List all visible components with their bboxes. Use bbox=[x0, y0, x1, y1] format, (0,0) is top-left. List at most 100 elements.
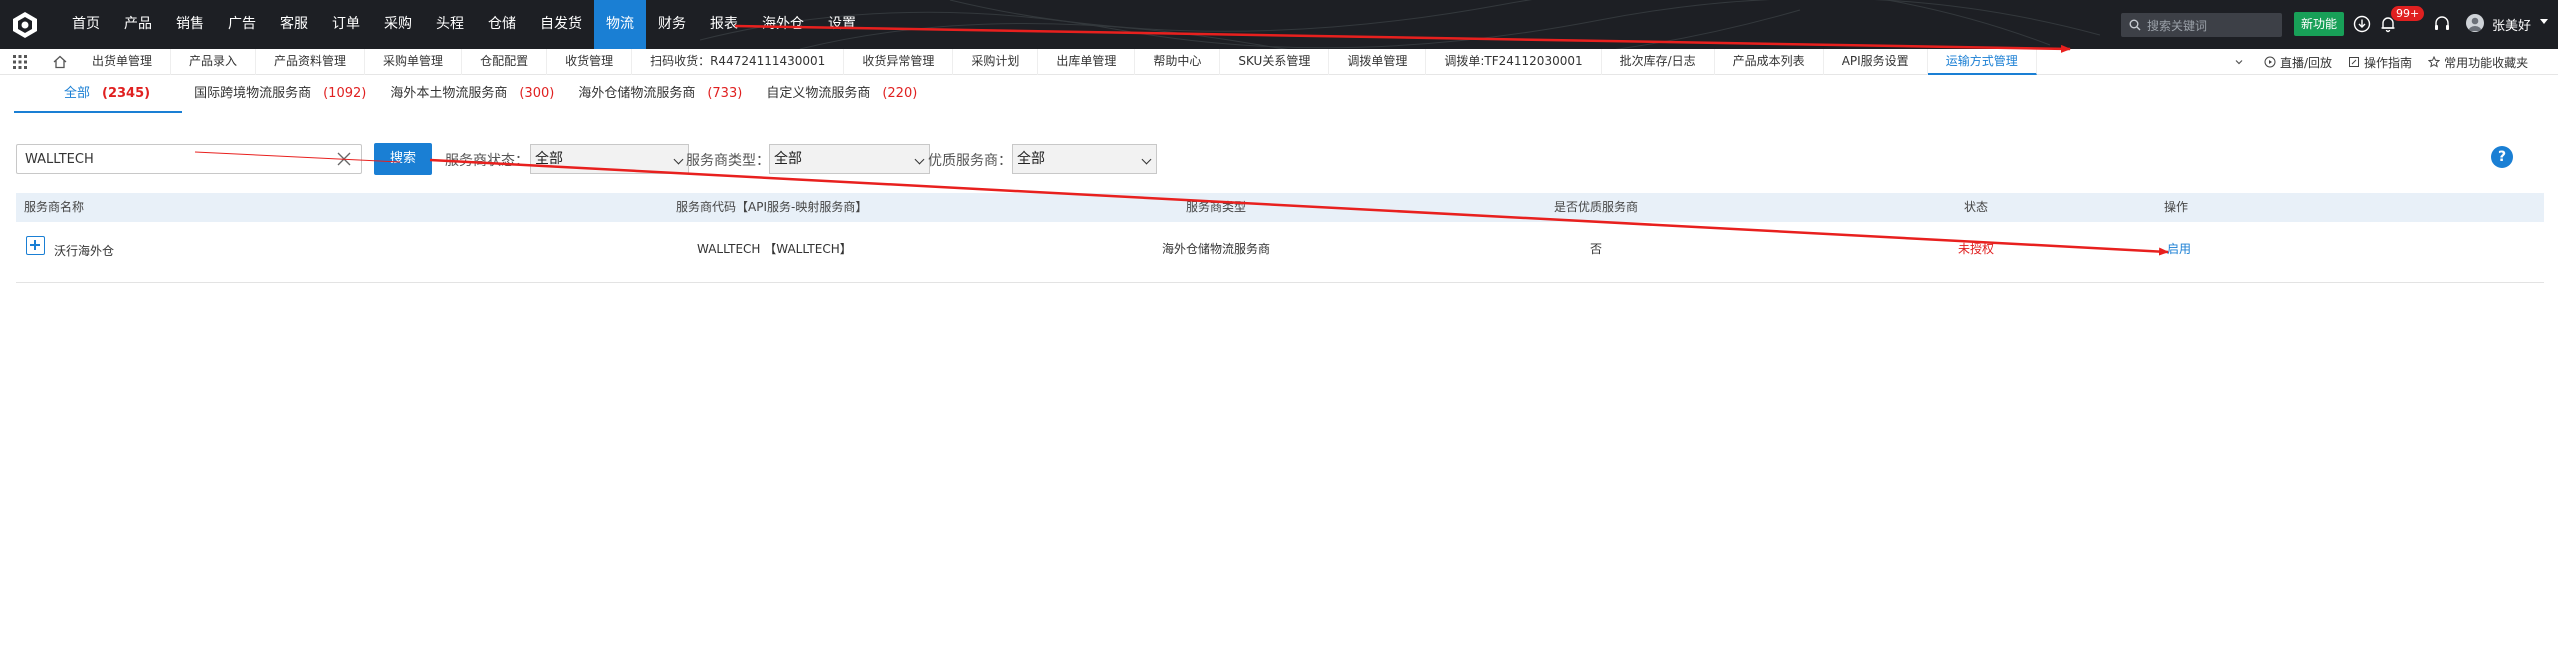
category-tab-custom[interactable]: 自定义物流服务商 (220) bbox=[754, 82, 929, 113]
category-tab-international[interactable]: 国际跨境物流服务商 (1092) bbox=[182, 82, 378, 113]
status-filter-label: 服务商状态： bbox=[445, 153, 529, 169]
chevron-down-icon bbox=[673, 154, 684, 165]
category-tab-overseas-warehouse[interactable]: 海外仓储物流服务商 (733) bbox=[566, 82, 754, 113]
status-select[interactable]: 全部 bbox=[530, 144, 689, 174]
table-header: 服务商名称 服务商代码【API服务-映射服务商】 服务商类型 是否优质服务商 状… bbox=[16, 193, 2544, 222]
category-label: 国际跨境物流服务商 bbox=[194, 86, 312, 101]
star-icon bbox=[2428, 56, 2441, 68]
nav-finance[interactable]: 财务 bbox=[646, 0, 698, 49]
download-icon[interactable] bbox=[2352, 14, 2372, 34]
tab-help-center[interactable]: 帮助中心 bbox=[1135, 49, 1221, 75]
nav-overseas-warehouse[interactable]: 海外仓 bbox=[750, 0, 816, 49]
new-feature-button[interactable]: 新功能 bbox=[2294, 12, 2344, 36]
tab-product-data[interactable]: 产品资料管理 bbox=[256, 49, 366, 75]
search-icon bbox=[2129, 19, 2141, 31]
nav-products[interactable]: 产品 bbox=[112, 0, 164, 49]
favorites-label: 常用功能收藏夹 bbox=[2444, 55, 2529, 70]
tabs-dropdown[interactable] bbox=[2234, 57, 2248, 67]
nav-self-ship[interactable]: 自发货 bbox=[528, 0, 594, 49]
nav-settings[interactable]: 设置 bbox=[816, 0, 868, 49]
category-count: (220) bbox=[882, 86, 918, 101]
tab-purchase-plan[interactable]: 采购计划 bbox=[953, 49, 1039, 75]
global-search-input[interactable]: 搜索关键词 bbox=[2121, 13, 2282, 37]
quality-select[interactable]: 全部 bbox=[1012, 144, 1157, 174]
tab-receiving[interactable]: 收货管理 bbox=[547, 49, 633, 75]
column-header-name: 服务商名称 bbox=[24, 200, 85, 214]
category-count: (1092) bbox=[323, 86, 367, 101]
keyword-input[interactable] bbox=[16, 144, 362, 174]
nav-service[interactable]: 客服 bbox=[268, 0, 320, 49]
nav-reports[interactable]: 报表 bbox=[698, 0, 750, 49]
status-select-value: 全部 bbox=[535, 151, 563, 167]
guide-link[interactable]: 操作指南 bbox=[2348, 54, 2412, 71]
provider-category-tabs: 全部 (2345) 国际跨境物流服务商 (1092) 海外本土物流服务商 (300) … bbox=[14, 82, 929, 113]
nav-sales[interactable]: 销售 bbox=[164, 0, 216, 49]
tab-sku-relations[interactable]: SKU关系管理 bbox=[1220, 49, 1330, 75]
category-tab-local[interactable]: 海外本土物流服务商 (300) bbox=[378, 82, 566, 113]
category-tab-all[interactable]: 全部 (2345) bbox=[14, 82, 183, 113]
column-header-quality: 是否优质服务商 bbox=[1554, 200, 1639, 214]
enable-link[interactable]: 启用 bbox=[2167, 239, 2191, 259]
chevron-down-icon[interactable] bbox=[2540, 19, 2548, 24]
search-button[interactable]: 搜索 bbox=[374, 143, 432, 175]
category-count: (2345) bbox=[102, 86, 151, 101]
guide-label: 操作指南 bbox=[2364, 55, 2413, 70]
chevron-down-icon bbox=[2235, 60, 2243, 65]
nav-orders[interactable]: 订单 bbox=[320, 0, 372, 49]
category-label: 全部 bbox=[64, 86, 91, 101]
type-filter-label: 服务商类型： bbox=[686, 153, 770, 169]
background-decoration bbox=[700, 0, 2100, 49]
category-label: 海外仓储物流服务商 bbox=[578, 86, 696, 101]
tab-warehouse-config[interactable]: 仓配配置 bbox=[462, 49, 548, 75]
nav-warehouse[interactable]: 仓储 bbox=[476, 0, 528, 49]
tab-purchase-orders[interactable]: 采购单管理 bbox=[365, 49, 463, 75]
nav-purchase[interactable]: 采购 bbox=[372, 0, 424, 49]
category-label: 海外本土物流服务商 bbox=[390, 86, 508, 101]
column-header-code: 服务商代码【API服务-映射服务商】 bbox=[676, 200, 868, 214]
notification-badge: 99+ bbox=[2391, 6, 2425, 21]
nav-logistics[interactable]: 物流 bbox=[594, 0, 646, 49]
help-icon[interactable]: ? bbox=[2491, 146, 2513, 168]
live-replay-label: 直播/回放 bbox=[2280, 55, 2333, 70]
apps-grid-icon[interactable] bbox=[13, 55, 27, 69]
avatar[interactable] bbox=[2466, 14, 2484, 32]
favorites-link[interactable]: 常用功能收藏夹 bbox=[2428, 54, 2528, 71]
nav-first-leg[interactable]: 头程 bbox=[424, 0, 476, 49]
column-header-status: 状态 bbox=[1964, 200, 1989, 214]
chevron-down-icon bbox=[914, 154, 925, 165]
tab-transfer-order-detail[interactable]: 调拨单:TF24112030001 bbox=[1426, 49, 1602, 75]
close-icon[interactable] bbox=[336, 151, 352, 167]
column-header-action: 操作 bbox=[2164, 200, 2189, 214]
category-label: 自定义物流服务商 bbox=[766, 86, 871, 101]
tab-product-entry[interactable]: 产品录入 bbox=[171, 49, 257, 75]
nav-home[interactable]: 首页 bbox=[60, 0, 112, 49]
table-row: 沃行海外仓 WALLTECH 【WALLTECH】 海外仓储物流服务商 否 未授… bbox=[16, 222, 2544, 283]
tab-api-settings[interactable]: API服务设置 bbox=[1824, 49, 1928, 75]
tab-outbound-orders[interactable]: 出库单管理 bbox=[1038, 49, 1136, 75]
app-logo-icon[interactable] bbox=[10, 10, 40, 40]
play-circle-icon bbox=[2264, 56, 2276, 68]
user-icon bbox=[2468, 17, 2482, 31]
tab-receiving-exceptions[interactable]: 收货异常管理 bbox=[844, 49, 954, 75]
provider-type: 海外仓储物流服务商 bbox=[1162, 242, 1271, 256]
chevron-down-icon bbox=[1141, 154, 1152, 165]
nav-ads[interactable]: 广告 bbox=[216, 0, 268, 49]
expand-row-icon[interactable] bbox=[26, 236, 45, 255]
tab-bar-tools: 直播/回放 操作指南 常用功能收藏夹 bbox=[2234, 49, 2544, 75]
tab-shipping-methods[interactable]: 运输方式管理 bbox=[1927, 49, 2037, 75]
edit-doc-icon bbox=[2349, 57, 2360, 67]
tab-batch-inventory[interactable]: 批次库存/日志 bbox=[1602, 49, 1715, 75]
type-select-value: 全部 bbox=[774, 151, 802, 167]
headset-icon[interactable] bbox=[2432, 14, 2452, 34]
live-replay-link[interactable]: 直播/回放 bbox=[2264, 54, 2332, 71]
tab-scan-receive[interactable]: 扫码收货：R44724111430001 bbox=[632, 49, 845, 75]
tab-shipment-orders[interactable]: 出货单管理 bbox=[74, 49, 172, 75]
tab-transfer-orders[interactable]: 调拨单管理 bbox=[1329, 49, 1427, 75]
username[interactable]: 张美好 bbox=[2492, 15, 2531, 34]
quality-filter-label: 优质服务商： bbox=[928, 153, 1012, 169]
provider-code: WALLTECH 【WALLTECH】 bbox=[697, 242, 852, 256]
category-count: (733) bbox=[707, 86, 743, 101]
type-select[interactable]: 全部 bbox=[769, 144, 930, 174]
home-icon[interactable] bbox=[52, 54, 68, 70]
tab-product-cost[interactable]: 产品成本列表 bbox=[1715, 49, 1824, 75]
